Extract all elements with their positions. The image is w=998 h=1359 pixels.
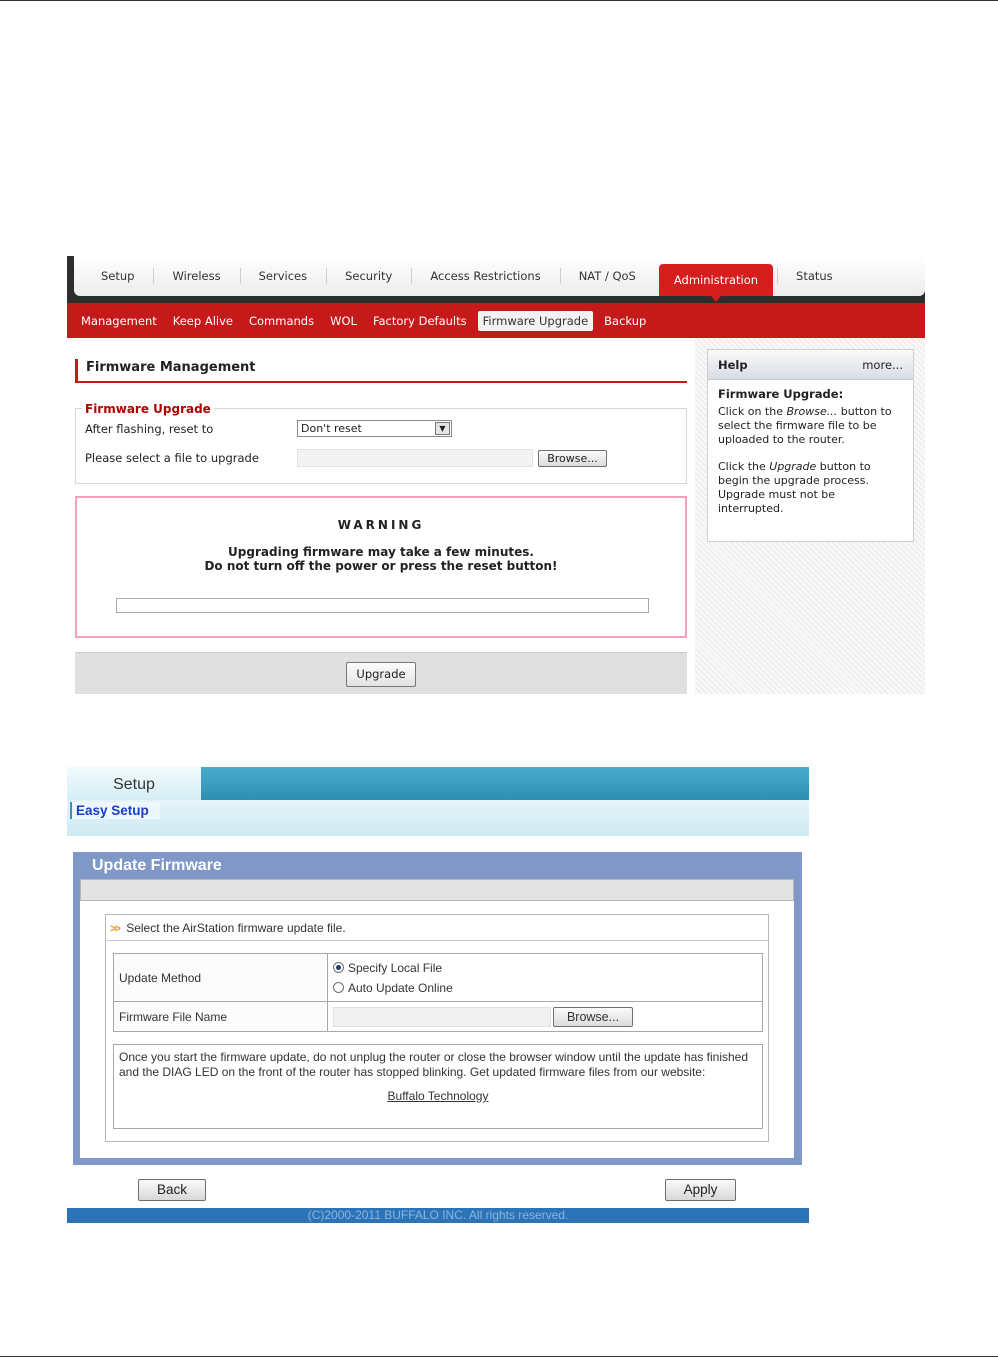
help-heading: Firmware Upgrade:: [718, 387, 844, 401]
panel-grey-bar: [80, 879, 794, 901]
tab-status[interactable]: Status: [777, 265, 852, 287]
radio-auto-update-online[interactable]: Auto Update Online: [333, 978, 757, 998]
subtab-backup[interactable]: Backup: [599, 311, 651, 331]
browse-button[interactable]: Browse...: [538, 450, 607, 467]
subtab-keep-alive[interactable]: Keep Alive: [168, 311, 238, 331]
help-body: Firmware Upgrade: Click on the Browse...…: [708, 380, 913, 536]
firmware-form-table: Update Method Specify Local File Auto Up…: [113, 953, 763, 1032]
help-box: Help more... Firmware Upgrade: Click on …: [707, 349, 914, 542]
page-top-rule: [0, 0, 998, 1]
update-firmware-panel: Update Firmware >> Select the AirStation…: [73, 852, 802, 1165]
warning-box: WARNING Upgrading firmware may take a fe…: [75, 496, 687, 638]
radio-label: Specify Local File: [348, 960, 443, 975]
file-path-input[interactable]: [297, 449, 533, 467]
tab-setup[interactable]: Setup: [82, 265, 153, 287]
warning-line-2: Do not turn off the power or press the r…: [204, 559, 558, 573]
help-header: Help more...: [708, 350, 913, 380]
file-name-label: Firmware File Name: [113, 1001, 328, 1032]
panel-title: Update Firmware: [92, 857, 222, 874]
subtab-management[interactable]: Management: [76, 311, 162, 331]
apply-button[interactable]: Apply: [665, 1179, 736, 1201]
tab-security[interactable]: Security: [326, 265, 411, 287]
radio-selected-icon: [333, 962, 344, 973]
subtab-wol[interactable]: WOL: [325, 311, 362, 331]
help-more-link[interactable]: more...: [862, 358, 903, 372]
warning-title: WARNING: [337, 518, 425, 532]
help-sidebar: Help more... Firmware Upgrade: Click on …: [695, 338, 925, 694]
sub-tabs: Management Keep Alive Commands WOL Facto…: [67, 303, 925, 338]
main-content: Firmware Management Firmware Upgrade Aft…: [67, 338, 695, 694]
firmware-upgrade-fieldset: Firmware Upgrade After flashing, reset t…: [75, 402, 687, 484]
tab-wireless[interactable]: Wireless: [153, 265, 239, 287]
reset-label: After flashing, reset to: [85, 422, 214, 436]
note-text: Once you start the firmware update, do n…: [119, 1050, 749, 1079]
buffalo-technology-link[interactable]: Buffalo Technology: [119, 1089, 757, 1104]
reset-select[interactable]: Don't reset ▼: [297, 420, 452, 437]
table-row: Update Method Specify Local File Auto Up…: [113, 953, 763, 1002]
button-bar: Upgrade: [75, 652, 687, 694]
tab-nat-qos[interactable]: NAT / QoS: [559, 265, 655, 287]
update-method-options: Specify Local File Auto Update Online: [327, 953, 763, 1002]
back-button[interactable]: Back: [138, 1179, 206, 1201]
tab-easy-setup[interactable]: Easy Setup: [70, 802, 160, 819]
radio-label: Auto Update Online: [348, 980, 453, 995]
firmware-form-box: >> Select the AirStation firmware update…: [105, 914, 769, 1142]
update-note: Once you start the firmware update, do n…: [113, 1044, 763, 1129]
subtab-commands[interactable]: Commands: [244, 311, 319, 331]
file-label: Please select a file to upgrade: [85, 451, 259, 465]
buffalo-firmware-screenshot: Setup Easy Setup Update Firmware >> Sele…: [67, 767, 809, 1223]
upgrade-button[interactable]: Upgrade: [346, 662, 416, 687]
help-paragraph-1: Click on the Browse... button to select …: [718, 405, 892, 446]
table-row: Firmware File Name Browse...: [113, 1001, 763, 1032]
reset-select-value: Don't reset: [301, 422, 362, 435]
dropdown-arrow-icon: ▼: [435, 422, 450, 435]
radio-unselected-icon: [333, 982, 344, 993]
warning-line-1: Upgrading firmware may take a few minute…: [228, 545, 534, 559]
help-paragraph-2: Click the Upgrade button to begin the up…: [718, 460, 871, 515]
tab-administration[interactable]: Administration: [658, 264, 774, 302]
double-arrow-icon: >>: [110, 923, 121, 935]
panel-body: >> Select the AirStation firmware update…: [80, 879, 794, 1158]
page-bottom-rule: [0, 1356, 998, 1357]
fieldset-legend: Firmware Upgrade: [82, 402, 214, 416]
form-heading: >> Select the AirStation firmware update…: [106, 915, 768, 941]
tab-access-restrictions[interactable]: Access Restrictions: [411, 265, 559, 287]
radio-specify-local-file[interactable]: Specify Local File: [333, 958, 757, 978]
main-tabs: Setup Wireless Services Security Access …: [74, 256, 925, 302]
section-title: Firmware Management: [75, 359, 687, 383]
tab-setup[interactable]: Setup: [67, 767, 201, 800]
help-title: Help: [718, 357, 748, 372]
sub-band: Easy Setup: [67, 800, 809, 836]
copyright-footer: (C)2000-2011 BUFFALO INC. All rights res…: [67, 1208, 809, 1223]
ddwrt-firmware-screenshot: Setup Wireless Services Security Access …: [67, 256, 925, 694]
browse-button[interactable]: Browse...: [553, 1006, 633, 1027]
file-name-cell: Browse...: [327, 1001, 763, 1032]
form-heading-text: Select the AirStation firmware update fi…: [126, 921, 346, 935]
file-name-input[interactable]: [333, 1006, 551, 1027]
upgrade-progress-bar: [116, 598, 649, 613]
update-method-label: Update Method: [113, 953, 328, 1002]
subtab-factory-defaults[interactable]: Factory Defaults: [368, 311, 472, 331]
subtab-firmware-upgrade[interactable]: Firmware Upgrade: [477, 310, 594, 331]
tab-services[interactable]: Services: [239, 265, 327, 287]
